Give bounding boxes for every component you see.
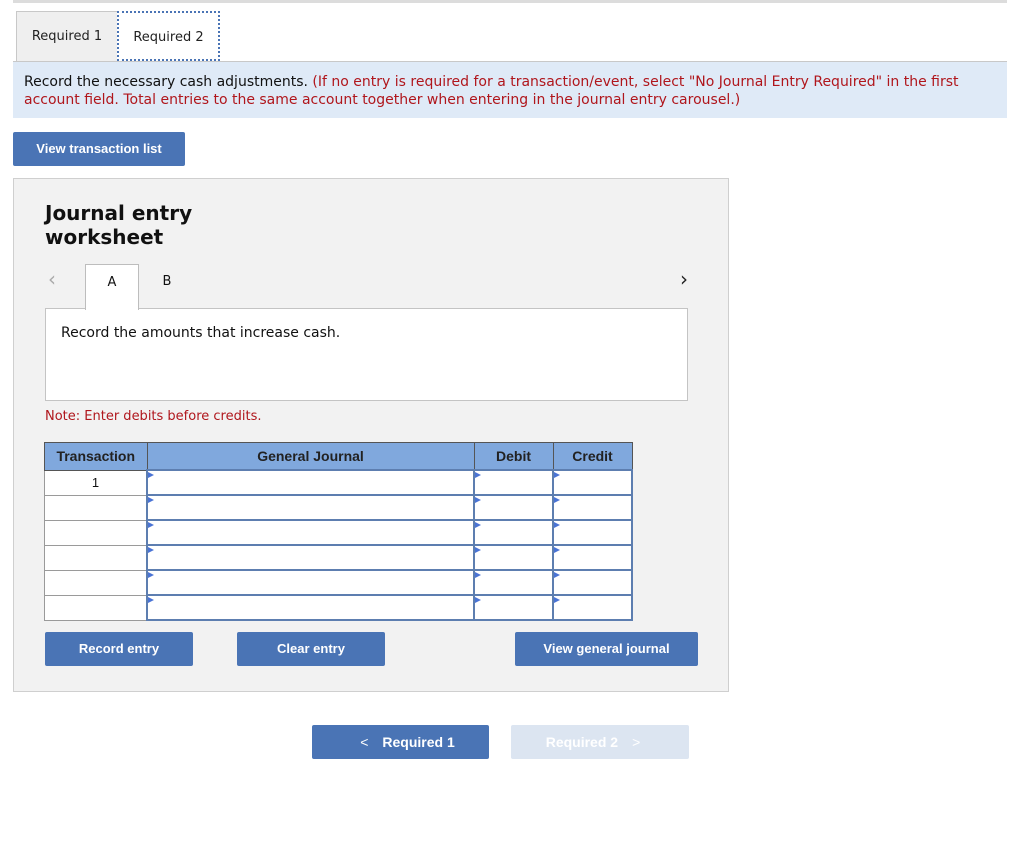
transaction-cell (44, 519, 148, 546)
credit-input[interactable] (552, 544, 633, 571)
worksheet-title: Journal entry worksheet (45, 201, 193, 249)
account-input[interactable] (146, 544, 475, 571)
instructions-main: Record the necessary cash adjustments. (24, 74, 308, 90)
debit-input[interactable] (473, 569, 554, 596)
chevron-right-icon: > (632, 734, 641, 750)
prev-required-button[interactable]: < Required 1 (312, 725, 489, 759)
debit-input[interactable] (473, 519, 554, 546)
prev-required-label: Required 1 (382, 734, 455, 750)
carousel-next-icon[interactable]: › (680, 267, 688, 291)
header-general-journal: General Journal (146, 442, 475, 471)
chevron-left-icon: < (360, 734, 369, 750)
instructions-banner: Record the necessary cash adjustments. (… (13, 62, 1007, 118)
account-input[interactable] (146, 469, 475, 496)
table-row (44, 519, 633, 546)
debit-input[interactable] (473, 469, 554, 496)
view-transaction-list-button[interactable]: View transaction list (13, 132, 185, 166)
transaction-cell (44, 494, 148, 521)
debit-input[interactable] (473, 494, 554, 521)
account-input[interactable] (146, 494, 475, 521)
table-row (44, 494, 633, 521)
journal-entry-worksheet: Journal entry worksheet ‹ A B › Record t… (13, 178, 729, 692)
header-debit: Debit (473, 442, 554, 471)
credit-input[interactable] (552, 569, 633, 596)
header-transaction: Transaction (44, 442, 148, 471)
table-header-row: Transaction General Journal Debit Credit (44, 442, 633, 471)
account-input[interactable] (146, 569, 475, 596)
credit-input[interactable] (552, 519, 633, 546)
account-input[interactable] (146, 519, 475, 546)
table-row (44, 544, 633, 571)
journal-table: Transaction General Journal Debit Credit… (44, 442, 633, 621)
view-general-journal-button[interactable]: View general journal (515, 632, 698, 666)
carousel-tab-b[interactable]: B (142, 264, 192, 310)
table-row (44, 569, 633, 596)
debits-note: Note: Enter debits before credits. (45, 409, 262, 424)
debit-input[interactable] (473, 594, 554, 621)
account-input[interactable] (146, 594, 475, 621)
transaction-cell (44, 569, 148, 596)
entry-prompt: Record the amounts that increase cash. (45, 308, 688, 401)
credit-input[interactable] (552, 469, 633, 496)
clear-entry-button[interactable]: Clear entry (237, 632, 385, 666)
credit-input[interactable] (552, 594, 633, 621)
tab-required-2[interactable]: Required 2 (117, 11, 220, 61)
transaction-cell (44, 594, 148, 621)
table-row (44, 594, 633, 621)
header-credit: Credit (552, 442, 633, 471)
next-required-button: Required 2 > (511, 725, 689, 759)
credit-input[interactable] (552, 494, 633, 521)
next-required-label: Required 2 (545, 734, 619, 750)
table-row: 1 (44, 469, 633, 496)
carousel-prev-icon[interactable]: ‹ (48, 267, 56, 291)
transaction-cell: 1 (44, 469, 148, 496)
transaction-cell (44, 544, 148, 571)
debit-input[interactable] (473, 544, 554, 571)
carousel-tab-a[interactable]: A (85, 264, 139, 310)
top-border (13, 0, 1007, 3)
tab-required-1[interactable]: Required 1 (16, 11, 118, 61)
record-entry-button[interactable]: Record entry (45, 632, 193, 666)
